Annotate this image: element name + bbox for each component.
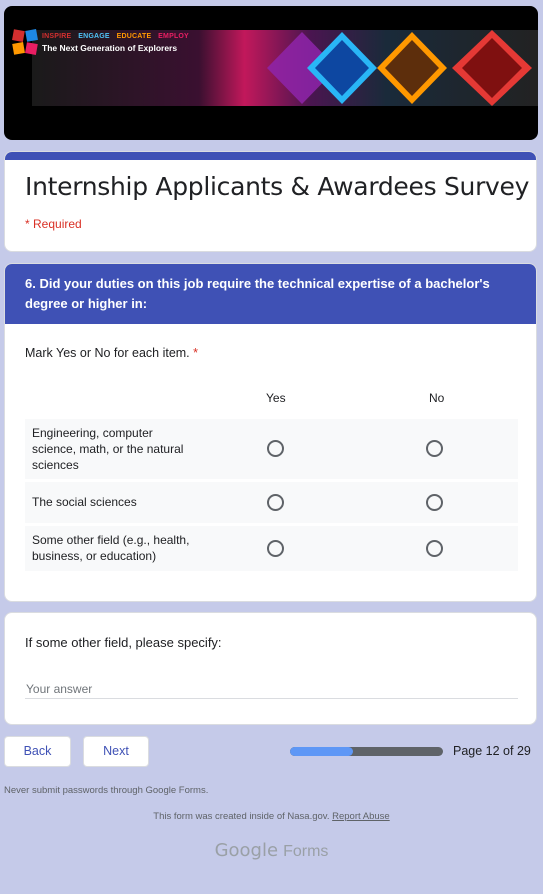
radio-no[interactable] bbox=[426, 440, 443, 457]
progress-bar bbox=[290, 747, 443, 756]
other-field-input[interactable] bbox=[25, 679, 518, 699]
grid-row-other-field: Some other field (e.g., health, business… bbox=[25, 526, 518, 571]
question-card: 6. Did your duties on this job require t… bbox=[4, 263, 537, 602]
header-banner: INSPIRE · ENGAGE · EDUCATE · EMPLOY The … bbox=[4, 6, 538, 140]
banner-image bbox=[32, 30, 538, 106]
question-title: 6. Did your duties on this job require t… bbox=[5, 264, 536, 324]
report-abuse-link[interactable]: Report Abuse bbox=[332, 811, 390, 822]
back-button[interactable]: Back bbox=[4, 736, 71, 767]
page-indicator: Page 12 of 29 bbox=[453, 744, 531, 758]
brand-forms: Forms bbox=[283, 843, 329, 860]
tagline-educate: EDUCATE bbox=[116, 33, 152, 40]
radio-yes[interactable] bbox=[267, 540, 284, 557]
brand-google: Google bbox=[214, 840, 279, 861]
tagline-engage: ENGAGE bbox=[78, 33, 110, 40]
grid-row-engineering: Engineering, computer science, math, or … bbox=[25, 419, 518, 479]
other-field-card: If some other field, please specify: bbox=[4, 612, 537, 725]
instruction-text: Mark Yes or No for each item. bbox=[25, 346, 190, 360]
form-title: Internship Applicants & Awardees Survey bbox=[25, 172, 530, 201]
required-note: * Required bbox=[25, 217, 82, 231]
question-instruction: Mark Yes or No for each item. * bbox=[25, 346, 198, 360]
title-card: Internship Applicants & Awardees Survey … bbox=[4, 151, 537, 252]
grid-row-social-sciences: The social sciences bbox=[25, 482, 518, 523]
google-forms-logo: Google Forms bbox=[0, 840, 543, 861]
next-button[interactable]: Next bbox=[83, 736, 149, 767]
required-asterisk: * bbox=[193, 346, 199, 360]
row-label: The social sciences bbox=[32, 495, 137, 509]
other-field-question: If some other field, please specify: bbox=[25, 635, 222, 650]
tagline-inspire: INSPIRE bbox=[42, 33, 72, 40]
banner-tagline: INSPIRE · ENGAGE · EDUCATE · EMPLOY bbox=[42, 33, 189, 40]
origin-text: This form was created inside of Nasa.gov… bbox=[153, 811, 330, 822]
tagline-employ: EMPLOY bbox=[158, 33, 189, 40]
form-origin-note: This form was created inside of Nasa.gov… bbox=[0, 811, 543, 822]
progress-bar-fill bbox=[290, 747, 354, 756]
title-card-accent-bar bbox=[5, 152, 536, 160]
password-warning: Never submit passwords through Google Fo… bbox=[4, 785, 209, 796]
radio-no[interactable] bbox=[426, 494, 443, 511]
row-label: Engineering, computer science, math, or … bbox=[32, 426, 184, 472]
column-header-yes: Yes bbox=[266, 391, 286, 405]
radio-yes[interactable] bbox=[267, 440, 284, 457]
row-label: Some other field (e.g., health, business… bbox=[32, 533, 190, 563]
column-header-no: No bbox=[429, 391, 445, 405]
banner-subtitle: The Next Generation of Explorers bbox=[42, 43, 178, 53]
nasa-logo-icon bbox=[12, 29, 38, 55]
radio-no[interactable] bbox=[426, 540, 443, 557]
radio-yes[interactable] bbox=[267, 494, 284, 511]
